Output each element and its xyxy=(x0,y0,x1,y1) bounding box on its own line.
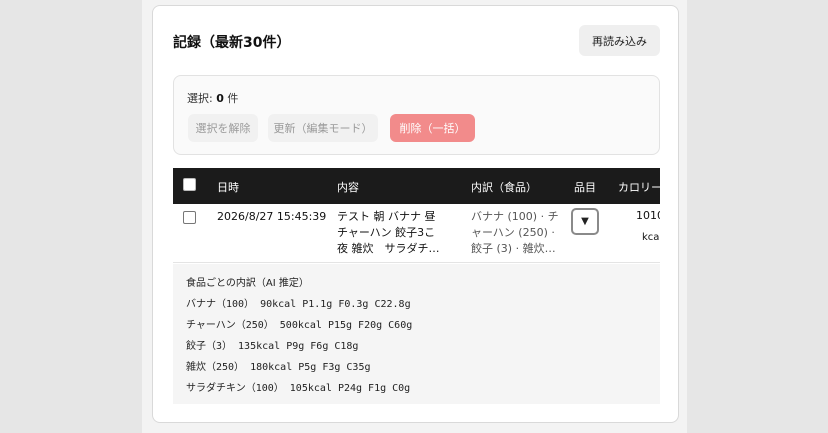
row-kcal-value: 1010 xyxy=(636,209,660,222)
update-edit-mode-button[interactable]: 更新（編集モード） xyxy=(268,114,378,142)
table-header: 日時 内容 内訳（食品） 品目 カロリー xyxy=(173,168,660,204)
reload-button[interactable]: 再読み込み xyxy=(579,25,660,56)
card-title: 記録（最新30件） xyxy=(173,35,291,51)
table-row: 2026/8/27 15:45:39 テスト 朝 バナナ 昼 チャーハン 餃子3… xyxy=(173,204,660,263)
header-content[interactable]: 内容 xyxy=(337,179,359,195)
header-items[interactable]: 品目 xyxy=(574,179,596,195)
records-card: 記録（最新30件） 再読み込み 選択: 0 件 選択を解除 更新（編集モード） … xyxy=(152,5,679,423)
header-date[interactable]: 日時 xyxy=(217,179,239,195)
breakdown-line: サラダチキン（100） 105kcal P24g F1g C0g xyxy=(186,383,411,394)
row-breakdown: バナナ (100) · チャーハン (250) · 餃子 (3) · 雑炊… xyxy=(471,210,559,255)
breakdown-line: 餃子（3） 135kcal P9g F6g C18g xyxy=(186,341,359,352)
row-content: テスト 朝 バナナ 昼 チャーハン 餃子3こ 夜 雑炊 サラダチ… xyxy=(337,210,440,255)
breakdown-title: 食品ごとの内訳（AI 推定） xyxy=(186,278,309,289)
selection-panel: 選択: 0 件 選択を解除 更新（編集モード） 削除（一括） xyxy=(173,75,660,155)
clear-selection-button[interactable]: 選択を解除 xyxy=(188,114,258,142)
expand-toggle-button[interactable]: ▼ xyxy=(571,208,599,235)
breakdown-line: バナナ（100） 90kcal P1.1g F0.3g C22.8g xyxy=(186,299,411,310)
records-table: 日時 内容 内訳（食品） 品目 カロリー 2026/8/27 15:45:39 … xyxy=(173,168,660,404)
header-calories[interactable]: カロリー xyxy=(618,179,660,195)
select-all-checkbox[interactable] xyxy=(183,178,196,191)
row-kcal-unit: kcal xyxy=(642,232,660,243)
selection-count: 選択: 0 件 xyxy=(187,92,239,105)
header-breakdown[interactable]: 内訳（食品） xyxy=(471,179,537,195)
row-checkbox[interactable] xyxy=(183,211,196,224)
row-date: 2026/8/27 15:45:39 xyxy=(217,210,327,223)
selection-count-value: 0 xyxy=(216,92,224,105)
food-breakdown-panel: 食品ごとの内訳（AI 推定） バナナ（100） 90kcal P1.1g F0.… xyxy=(173,264,660,404)
bulk-delete-button[interactable]: 削除（一括） xyxy=(390,114,475,142)
breakdown-line: 雑炊（250） 180kcal P5g F3g C35g xyxy=(186,362,371,373)
breakdown-line: チャーハン（250） 500kcal P15g F20g C60g xyxy=(186,320,413,331)
